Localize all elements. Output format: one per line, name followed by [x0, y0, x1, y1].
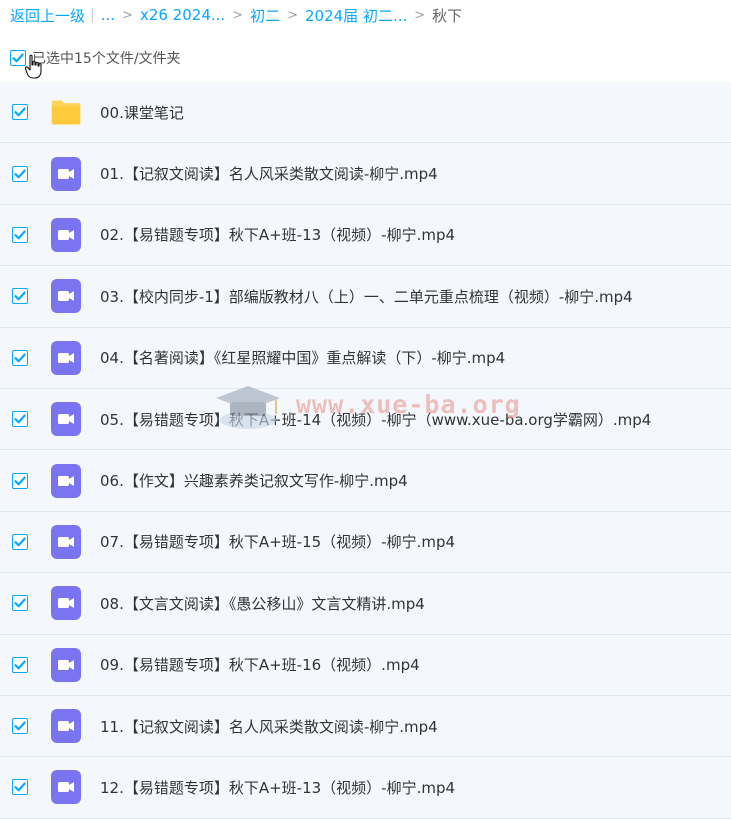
selection-bar: 已选中15个文件/文件夹: [10, 45, 731, 71]
video-file-icon: [50, 770, 82, 805]
check-icon: [14, 537, 26, 547]
row-checkbox[interactable]: [12, 656, 28, 673]
video-file-icon: [50, 156, 82, 191]
select-all-checkbox[interactable]: [10, 50, 26, 66]
video-file-icon: [50, 402, 82, 437]
file-row[interactable]: 02.【易错题专项】秋下A+班-13（视频）-柳宁.mp4: [0, 204, 731, 267]
breadcrumb-item[interactable]: 初二: [250, 5, 280, 26]
file-name[interactable]: 09.【易错题专项】秋下A+班-16（视频）.mp4: [100, 654, 420, 675]
row-checkbox[interactable]: [12, 288, 28, 305]
chevron-right-icon: >: [414, 7, 426, 23]
breadcrumb-item[interactable]: 2024届 初二...: [305, 5, 407, 26]
file-row[interactable]: 11.【记叙文阅读】名人风采类散文阅读-柳宁.mp4: [0, 695, 731, 758]
file-row[interactable]: 08.【文言文阅读】《愚公移山》文言文精讲.mp4: [0, 573, 731, 635]
file-row[interactable]: 00.课堂笔记: [0, 82, 731, 144]
file-name[interactable]: 12.【易错题专项】秋下A+班-13（视频）-柳宁.mp4: [100, 777, 455, 798]
breadcrumb-divider: |: [90, 7, 95, 23]
row-checkbox[interactable]: [12, 718, 28, 735]
video-file-icon: [50, 340, 82, 375]
row-checkbox[interactable]: [12, 104, 28, 121]
file-name[interactable]: 07.【易错题专项】秋下A+班-15（视频）-柳宁.mp4: [100, 531, 455, 552]
file-row[interactable]: 03.【校内同步-1】部编版教材八（上）一、二单元重点梳理（视频）-柳宁.mp4: [0, 266, 731, 328]
check-icon: [14, 353, 26, 363]
file-name[interactable]: 05.【易错题专项】秋下A+班-14（视频）-柳宁（www.xue-ba.org…: [100, 409, 651, 430]
row-checkbox[interactable]: [12, 165, 28, 182]
check-icon: [14, 169, 26, 178]
breadcrumb-ellipsis[interactable]: ...: [101, 6, 115, 24]
breadcrumb-item[interactable]: x26 2024...: [140, 6, 225, 24]
file-row[interactable]: 01.【记叙文阅读】名人风采类散文阅读-柳宁.mp4: [0, 143, 731, 205]
file-name[interactable]: 06.【作文】兴趣素养类记叙文写作-柳宁.mp4: [100, 470, 408, 491]
check-icon: [14, 414, 26, 424]
breadcrumb: 返回上一级 | ... > x26 2024... > 初二 > 2024届 初…: [10, 0, 731, 30]
check-icon: [14, 782, 26, 792]
row-checkbox[interactable]: [12, 595, 28, 612]
file-name[interactable]: 01.【记叙文阅读】名人风采类散文阅读-柳宁.mp4: [100, 163, 438, 184]
file-name[interactable]: 04.【名著阅读】《红星照耀中国》重点解读（下）-柳宁.mp4: [100, 347, 505, 368]
breadcrumb-current: 秋下: [432, 6, 463, 25]
chevron-right-icon: >: [232, 7, 244, 23]
video-file-icon: [50, 217, 82, 252]
chevron-right-icon: >: [287, 7, 298, 23]
video-file-icon: [50, 586, 82, 621]
video-file-icon: [50, 524, 82, 559]
row-checkbox[interactable]: [12, 533, 28, 550]
back-link[interactable]: 返回上一级: [10, 5, 85, 26]
file-row[interactable]: 04.【名著阅读】《红星照耀中国》重点解读（下）-柳宁.mp4: [0, 327, 731, 389]
file-name[interactable]: 11.【记叙文阅读】名人风采类散文阅读-柳宁.mp4: [100, 716, 438, 737]
file-name[interactable]: 02.【易错题专项】秋下A+班-13（视频）-柳宁.mp4: [100, 224, 455, 245]
file-list: 00.课堂笔记 01.【记叙文阅读】名人风采类散文阅读-柳宁.mp4 02.【易…: [0, 82, 731, 819]
file-name[interactable]: 08.【文言文阅读】《愚公移山》文言文精讲.mp4: [100, 593, 425, 614]
check-icon: [14, 230, 26, 240]
check-icon: [14, 598, 26, 608]
check-icon: [14, 476, 26, 485]
row-checkbox[interactable]: [12, 349, 28, 366]
file-row[interactable]: 05.【易错题专项】秋下A+班-14（视频）-柳宁（www.xue-ba.org…: [0, 388, 731, 451]
row-checkbox[interactable]: [12, 472, 28, 489]
video-file-icon: [50, 709, 82, 744]
file-name[interactable]: 00.课堂笔记: [100, 102, 184, 123]
video-file-icon: [50, 279, 82, 314]
file-row[interactable]: 06.【作文】兴趣素养类记叙文写作-柳宁.mp4: [0, 450, 731, 512]
chevron-right-icon: >: [122, 7, 133, 23]
row-checkbox[interactable]: [12, 226, 28, 243]
video-file-icon: [50, 647, 82, 682]
check-icon: [14, 660, 26, 670]
selection-count-label: 已选中15个文件/文件夹: [32, 51, 181, 67]
check-icon: [14, 721, 26, 731]
file-row[interactable]: 09.【易错题专项】秋下A+班-16（视频）.mp4: [0, 634, 731, 696]
check-icon: [14, 107, 26, 117]
check-icon: [12, 53, 24, 63]
file-name[interactable]: 03.【校内同步-1】部编版教材八（上）一、二单元重点梳理（视频）-柳宁.mp4: [100, 286, 633, 307]
check-icon: [14, 291, 26, 301]
row-checkbox[interactable]: [12, 411, 28, 428]
row-checkbox[interactable]: [12, 779, 28, 796]
file-row[interactable]: 07.【易错题专项】秋下A+班-15（视频）-柳宁.mp4: [0, 511, 731, 574]
video-file-icon: [50, 463, 82, 498]
folder-icon: [50, 95, 82, 129]
file-row[interactable]: 12.【易错题专项】秋下A+班-13（视频）-柳宁.mp4: [0, 757, 731, 819]
